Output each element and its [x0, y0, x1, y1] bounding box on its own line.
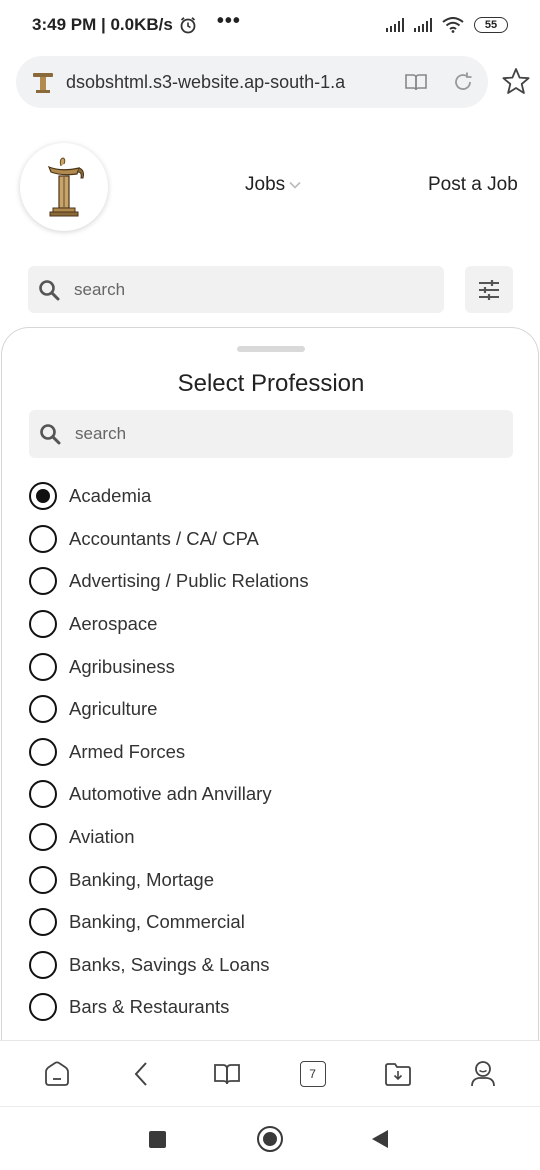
profession-option[interactable]: Aviation [2, 816, 538, 859]
profession-option-label: Advertising / Public Relations [69, 570, 309, 592]
profession-search-bar [29, 410, 513, 458]
book-icon [214, 1063, 241, 1084]
status-time-speed: 3:49 PM | 0.0KB/s [32, 15, 173, 34]
radio-unchecked-icon[interactable] [29, 950, 57, 979]
profession-option[interactable]: Academia [2, 475, 538, 518]
radio-unchecked-icon[interactable] [29, 865, 57, 894]
lamp-pillar-logo-icon [47, 157, 84, 217]
profession-option[interactable]: Bars & Restaurants [2, 986, 538, 1029]
profession-option-label: Aerospace [69, 613, 158, 635]
android-nav-bar [0, 1106, 540, 1170]
profession-option-label: Agribusiness [69, 655, 175, 677]
alarm-icon [180, 17, 196, 34]
nav-jobs-label: Jobs [245, 174, 286, 195]
sheet-title: Select Profession [177, 370, 365, 397]
bookmarks-button[interactable] [207, 1054, 247, 1094]
radio-unchecked-icon[interactable] [29, 737, 57, 766]
job-search-input[interactable] [74, 279, 374, 300]
status-right: 55 [386, 17, 508, 33]
book-icon[interactable] [404, 72, 428, 92]
profession-option[interactable]: Agribusiness [2, 645, 538, 688]
profession-option-label: Banking, Mortage [69, 868, 215, 890]
radio-unchecked-icon[interactable] [29, 524, 57, 553]
radio-unchecked-icon[interactable] [29, 652, 57, 681]
home-button[interactable] [37, 1054, 77, 1094]
status-left: 3:49 PM | 0.0KB/s ••• [32, 10, 241, 37]
nav-jobs-dropdown[interactable]: Jobs [245, 174, 301, 196]
more-dots: ••• [216, 9, 241, 32]
profession-option-label: Agriculture [69, 698, 158, 720]
status-bar: 3:49 PM | 0.0KB/s ••• 55 [0, 0, 540, 50]
back-triangle-icon[interactable] [372, 1130, 388, 1148]
radio-unchecked-icon[interactable] [29, 780, 57, 809]
search-icon [39, 279, 60, 300]
search-icon [40, 424, 61, 445]
profession-option-label: Banking, Commercial [69, 911, 245, 933]
profession-option-label: Academia [69, 485, 152, 507]
download-folder-icon [385, 1062, 411, 1086]
battery-indicator: 55 [474, 17, 508, 33]
filter-button[interactable] [465, 266, 513, 313]
radio-unchecked-icon[interactable] [29, 993, 57, 1022]
profession-option[interactable]: Accountants / CA/ CPA [2, 518, 538, 561]
home-circle-icon[interactable] [257, 1126, 283, 1152]
tabs-button[interactable]: 7 [293, 1054, 333, 1094]
profession-option[interactable]: Aerospace [2, 603, 538, 646]
radio-unchecked-icon[interactable] [29, 567, 57, 596]
back-button[interactable] [122, 1054, 162, 1094]
profession-bottom-sheet: Select Profession Academia Accountants / … [1, 327, 539, 1047]
profession-option[interactable]: Banking, Commercial [2, 901, 538, 944]
reload-icon[interactable] [452, 71, 474, 93]
profile-icon [471, 1060, 496, 1086]
radio-unchecked-icon[interactable] [29, 823, 57, 852]
profession-option[interactable]: Armed Forces [2, 731, 538, 774]
radio-unchecked-icon[interactable] [29, 695, 57, 724]
sheet-drag-handle[interactable] [237, 346, 305, 352]
profession-option-label: Automotive adn Anvillary [69, 783, 272, 805]
profession-option[interactable]: Agriculture [2, 688, 538, 731]
url-actions [404, 71, 474, 93]
url-text[interactable]: dsobshtml.s3-website.ap-south-1.a [66, 72, 366, 93]
profession-option-label: Accountants / CA/ CPA [69, 527, 259, 549]
profession-option-label: Aviation [69, 826, 135, 848]
sliders-icon [479, 279, 499, 300]
star-icon[interactable] [500, 66, 532, 98]
profile-button[interactable] [463, 1054, 503, 1094]
nav-post-job-link[interactable]: Post a Job [428, 174, 518, 196]
downloads-button[interactable] [378, 1054, 418, 1094]
browser-toolbar: 7 [0, 1040, 540, 1106]
radio-unchecked-icon[interactable] [29, 610, 57, 639]
profession-option[interactable]: Automotive adn Anvillary [2, 773, 538, 816]
chevron-down-icon [289, 181, 301, 189]
recents-icon[interactable] [149, 1131, 166, 1148]
profession-search-input[interactable] [75, 424, 375, 444]
radio-unchecked-icon[interactable] [29, 908, 57, 937]
url-bar[interactable]: dsobshtml.s3-website.ap-south-1.a [16, 56, 488, 108]
radio-checked-icon[interactable] [29, 482, 57, 511]
signal-icon-2 [414, 18, 432, 32]
profession-option[interactable]: Banks, Savings & Loans [2, 944, 538, 987]
profession-option[interactable]: Advertising / Public Relations [2, 560, 538, 603]
back-icon [134, 1061, 147, 1086]
site-logo[interactable] [20, 143, 108, 231]
profession-options-list: Academia Accountants / CA/ CPA Advertising… [2, 475, 538, 1029]
home-icon [44, 1061, 69, 1086]
wifi-icon [442, 17, 464, 33]
tabs-icon: 7 [299, 1060, 326, 1087]
profession-option-label: Bars & Restaurants [69, 996, 230, 1018]
profession-option-label: Armed Forces [69, 740, 186, 762]
job-search-bar [28, 266, 444, 313]
profession-option-label: Banks, Savings & Loans [69, 953, 270, 975]
site-logo-icon [33, 73, 53, 93]
signal-icon [386, 18, 404, 32]
profession-option[interactable]: Banking, Mortage [2, 858, 538, 901]
